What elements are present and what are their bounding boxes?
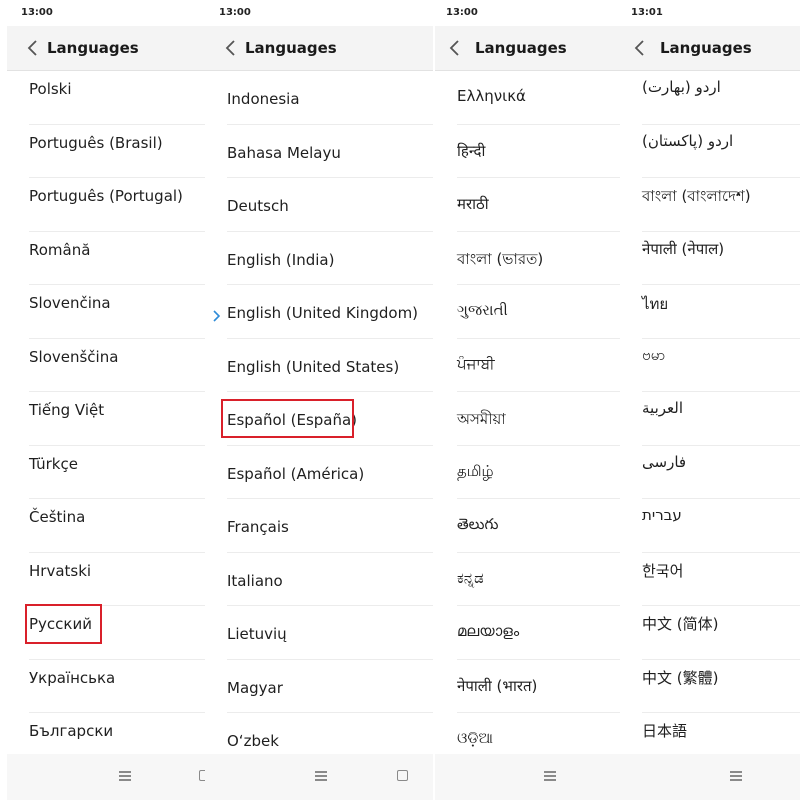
language-item[interactable]: ဗမာ [642, 339, 800, 392]
panel-4: 13:01 Languages اردو (بھارت) اردو (پاکست… [620, 0, 800, 800]
language-item[interactable]: Türkçe [29, 446, 205, 499]
language-item[interactable]: Tiếng Việt [29, 392, 205, 446]
header: Languages [435, 26, 620, 71]
language-item[interactable]: Português (Brasil) [29, 125, 205, 178]
language-item[interactable]: 한국어 [642, 553, 800, 606]
chevron-left-icon[interactable] [447, 38, 463, 58]
language-item[interactable]: ไทย [642, 285, 800, 339]
language-item[interactable]: اردو (بھارت) [642, 71, 800, 125]
language-item[interactable]: Italiano [227, 553, 433, 606]
language-item[interactable]: Español (España) [227, 392, 433, 446]
language-item[interactable]: ગુજરાતી [457, 285, 620, 339]
menu-icon[interactable] [730, 771, 742, 781]
chevron-left-icon[interactable] [25, 38, 41, 58]
language-item[interactable]: മലയാളം [457, 606, 620, 660]
chevron-left-icon[interactable] [223, 38, 239, 58]
menu-icon[interactable] [544, 771, 556, 781]
language-item[interactable]: Русский [29, 606, 205, 660]
language-item[interactable]: ಕನ್ನಡ [457, 553, 620, 606]
language-item[interactable]: नेपाली (भारत) [457, 660, 620, 713]
page-title: Languages [245, 39, 337, 57]
nav-bar [205, 754, 433, 800]
language-item[interactable]: 中文 (简体) [642, 606, 800, 660]
status-time: 13:00 [219, 7, 251, 18]
language-item[interactable]: فارسی [642, 446, 800, 499]
menu-icon[interactable] [119, 771, 131, 781]
language-item[interactable]: Ελληνικά [457, 71, 620, 125]
header: Languages [620, 26, 800, 71]
language-item[interactable]: العربية [642, 392, 800, 446]
page-title: Languages [475, 39, 567, 57]
language-item[interactable]: हिन्दी [457, 125, 620, 178]
status-time: 13:00 [446, 7, 478, 18]
language-item[interactable]: नेपाली (नेपाल) [642, 232, 800, 285]
language-item[interactable]: বাংলা (ভারত) [457, 232, 620, 285]
language-item[interactable]: తెలుగు [457, 499, 620, 553]
language-item[interactable]: Bahasa Melayu [227, 125, 433, 178]
language-item[interactable]: Čeština [29, 499, 205, 553]
language-item[interactable]: Português (Portugal) [29, 178, 205, 232]
page-title: Languages [47, 39, 139, 57]
language-item[interactable]: اردو (پاکستان) [642, 125, 800, 178]
status-time: 13:01 [631, 7, 663, 18]
language-item[interactable]: Română [29, 232, 205, 285]
language-item-selected[interactable]: English (United Kingdom) [213, 285, 433, 339]
language-item[interactable]: Deutsch [227, 178, 433, 232]
page-title: Languages [660, 39, 752, 57]
nav-bar [620, 754, 800, 800]
header: Languages [205, 26, 433, 71]
language-item[interactable]: Indonesia [227, 71, 433, 125]
language-item[interactable]: Magyar [227, 660, 433, 713]
language-item[interactable]: Hrvatski [29, 553, 205, 606]
chevron-left-icon[interactable] [632, 38, 648, 58]
language-item[interactable]: Lietuvių [227, 606, 433, 660]
language-item[interactable]: Español (América) [227, 446, 433, 499]
language-item[interactable]: मराठी [457, 178, 620, 232]
language-item[interactable]: অসমীয়া [457, 392, 620, 446]
language-item[interactable]: Slovenščina [29, 339, 205, 392]
language-item[interactable]: English (United States) [227, 339, 433, 392]
language-item[interactable]: Français [227, 499, 433, 553]
panel-3: 13:00 Languages Ελληνικά हिन्दी मराठी বা… [435, 0, 620, 800]
language-item[interactable]: বাংলা (বাংলাদেশ) [642, 178, 800, 232]
language-item[interactable]: English (India) [227, 232, 433, 285]
language-item[interactable]: தமிழ் [457, 446, 620, 499]
chevron-right-icon [212, 307, 221, 322]
panel-2: 13:00 Languages Indonesia Bahasa Melayu … [205, 0, 433, 800]
panel-1: 13:00 Languages Polski Português (Brasil… [7, 0, 205, 800]
square-home-icon[interactable] [397, 770, 408, 781]
language-item[interactable]: Slovenčina [29, 285, 205, 339]
language-item[interactable]: Polski [29, 71, 205, 125]
language-item[interactable]: Українська [29, 660, 205, 713]
nav-bar [435, 754, 620, 800]
language-item[interactable]: 中文 (繁體) [642, 660, 800, 713]
language-item[interactable]: ਪੰਜਾਬੀ [457, 339, 620, 392]
nav-bar [7, 754, 205, 800]
language-item[interactable]: עברית [642, 499, 800, 553]
menu-icon[interactable] [315, 771, 327, 781]
header: Languages [7, 26, 205, 71]
status-time: 13:00 [21, 7, 53, 18]
